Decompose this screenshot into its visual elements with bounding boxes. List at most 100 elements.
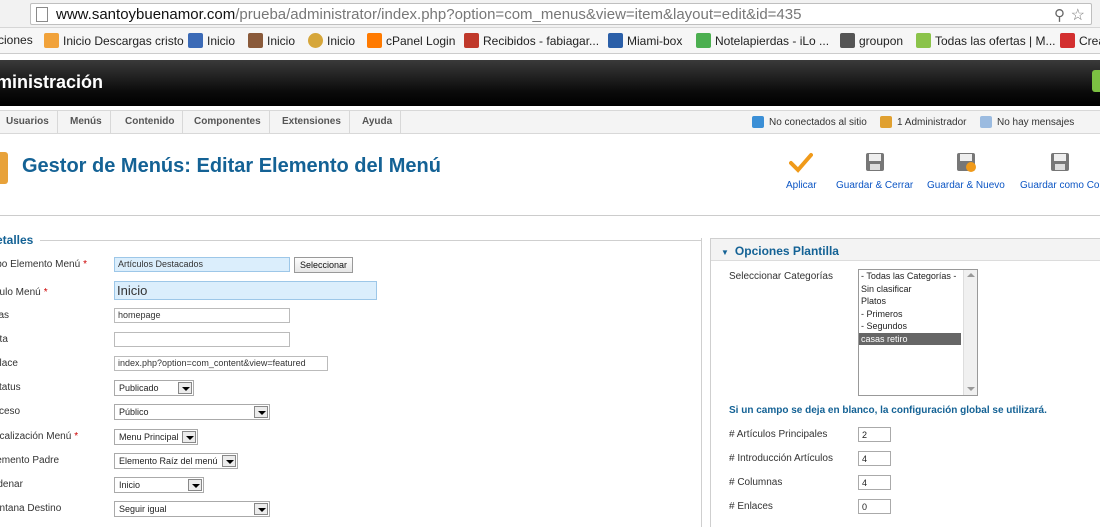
menu-help[interactable]: Ayuda [354,111,402,133]
leading-articles-field[interactable]: 2 [858,427,891,442]
bookmark-item[interactable]: Notelapierdas - iLo ... [696,33,829,48]
template-options-panel: ▼ Opciones Plantilla Seleccionar Categorí… [710,238,1100,527]
mail-icon [464,33,479,48]
chevron-down-icon [254,406,268,418]
cpanel-icon [367,33,382,48]
admin-header: ministración [0,60,1100,106]
bookmark-item[interactable]: cPanel Login [367,33,455,48]
menu-extensions[interactable]: Extensiones [274,111,350,133]
field-label: nlace [0,358,18,369]
field-label: ipo Elemento Menú * [0,259,88,270]
link-field: index.php?option=com_content&view=featur… [114,356,328,371]
page-title: Gestor de Menús: Editar Elemento del Men… [22,155,441,177]
links-field[interactable]: 0 [858,499,891,514]
intro-articles-field[interactable]: 4 [858,451,891,466]
apply-button[interactable]: Aplicar [786,150,817,191]
admin-title: ministración [0,72,104,92]
admin-menubar: Usuarios Menús Contenido Componentes Ext… [0,110,1100,134]
leading-articles-label: # Artículos Principales [729,429,828,440]
chevron-down-icon [188,479,202,491]
save-new-button[interactable]: Guardar & Nuevo [927,150,1005,191]
intro-articles-label: # Introducción Artículos [729,453,833,464]
save-copy-button[interactable]: Guardar como Co [1020,150,1099,191]
menu-menus[interactable]: Menús [62,111,111,133]
bookmark-item[interactable]: Creati [1060,33,1100,48]
listbox-scrollbar[interactable] [963,270,977,395]
field-label: entana Destino [0,503,62,514]
chevron-down-icon [182,431,196,443]
bookmark-item[interactable]: groupon [840,33,903,48]
bookmark-icon [308,33,323,48]
message-icon [980,116,992,128]
list-item-selected[interactable]: casas retiro [859,332,961,345]
bookmark-icon [696,33,711,48]
menu-manager-icon [0,152,8,184]
bookmark-item[interactable]: Inicio [188,33,235,48]
field-label: ítulo Menú* [0,287,48,298]
columns-field[interactable]: 4 [858,475,891,490]
menu-location-select[interactable]: Menu Principal [114,429,198,445]
url-text[interactable]: www.santoybuenamor.com/prueba/administra… [56,6,801,23]
bookmark-item[interactable]: Todas las ofertas | M... [916,33,1056,48]
browser-url-bar: www.santoybuenamor.com/prueba/administra… [0,0,1100,28]
bookmark-icon [916,33,931,48]
bookmark-icon [248,33,263,48]
chevron-down-icon [178,382,192,394]
list-item[interactable]: - Primeros [859,308,961,321]
categories-label: Seleccionar Categorías [729,271,833,282]
title-field[interactable]: Inicio [114,281,377,300]
save-close-button[interactable]: Guardar & Cerrar [836,150,913,191]
status-messages[interactable]: No hay mensajes [980,116,1074,128]
panel-title: ▼ Opciones Plantilla [721,244,839,258]
zoom-icon[interactable]: ⚲ [1054,6,1065,24]
menu-content[interactable]: Contenido [117,111,184,133]
options-note: Si un campo se deja en blanco, la config… [729,405,1047,416]
bookmark-icon [608,33,623,48]
save-icon [865,153,884,171]
field-label: rdenar [0,479,23,490]
bookmark-item[interactable]: Miami-box [608,33,682,48]
page-icon [36,7,48,22]
joomla-logo-icon [1092,70,1100,92]
field-label: lemento Padre [0,455,60,466]
users-icon [752,116,764,128]
address-field[interactable]: www.santoybuenamor.com/prueba/administra… [30,3,1092,25]
bookmark-icon [1060,33,1075,48]
field-label: lias [0,310,10,321]
parent-select[interactable]: Elemento Raíz del menú [114,453,238,469]
field-label: ocalización Menú * [0,431,79,442]
bookmark-icon [188,33,203,48]
note-field[interactable] [114,332,290,347]
target-window-select[interactable]: Seguir igual [114,501,270,517]
bookmark-item[interactable]: Inicio [308,33,355,48]
columns-label: # Columnas [729,477,783,488]
bookmark-item[interactable]: Recibidos - fabiagar... [464,33,599,48]
bookmark-item[interactable]: Inicio Descargas cristo [44,33,184,48]
bookmark-item[interactable]: ciones [0,33,33,47]
checkmark-icon [789,153,814,173]
collapse-icon: ▼ [721,248,729,257]
status-select[interactable]: Publicado [114,380,194,396]
admin-icon [880,116,892,128]
alias-field[interactable]: homepage [114,308,290,323]
scroll-up-icon [967,273,975,277]
list-item[interactable]: Platos [859,295,961,308]
chevron-down-icon [222,455,236,467]
star-icon[interactable]: ☆ [1071,5,1085,25]
list-item[interactable]: - Segundos [859,320,961,333]
select-type-button[interactable]: Seleccionar [294,257,354,273]
panel-header[interactable]: ▼ Opciones Plantilla [711,239,1100,261]
list-item[interactable]: - Todas las Categorías - [859,270,961,283]
ordering-select[interactable]: Inicio [114,477,204,493]
access-select[interactable]: Público [114,404,270,420]
list-item[interactable]: Sin clasificar [859,283,961,296]
menu-components[interactable]: Componentes [186,111,270,133]
details-legend: etalles [0,233,38,247]
menu-users[interactable]: Usuarios [0,111,58,133]
page-toolbar: Gestor de Menús: Editar Elemento del Men… [0,140,1100,216]
status-online[interactable]: No conectados al sitio [752,116,867,128]
categories-listbox[interactable]: - Todas las Categorías - Sin clasificar … [858,269,978,396]
status-admins[interactable]: 1 Administrador [880,116,966,128]
chevron-down-icon [254,503,268,515]
bookmark-item[interactable]: Inicio [248,33,295,48]
